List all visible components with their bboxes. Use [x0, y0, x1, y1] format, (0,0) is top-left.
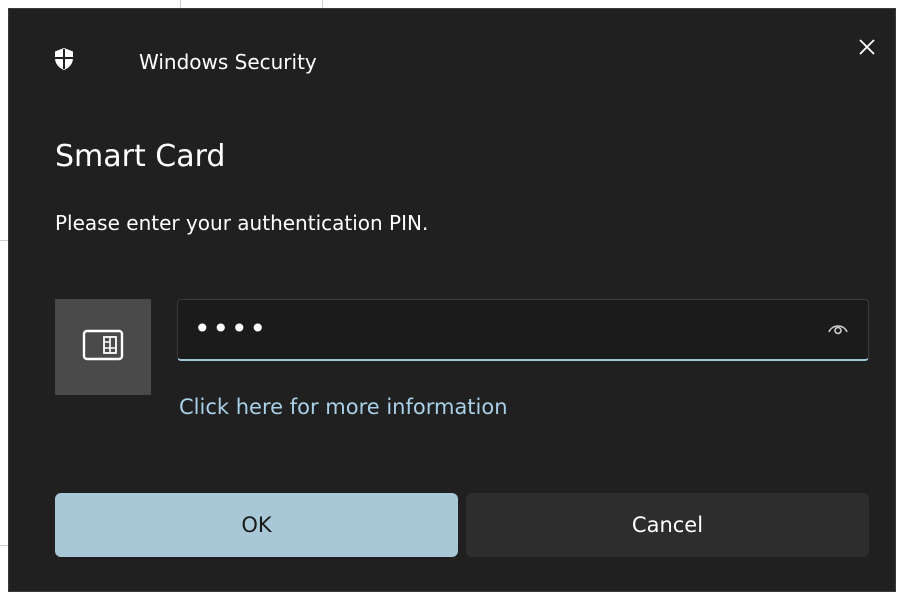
cancel-button[interactable]: Cancel [466, 493, 869, 557]
pin-input[interactable]: •••• [177, 299, 869, 361]
smart-card-tile [55, 299, 151, 395]
reveal-password-button[interactable] [824, 318, 852, 342]
pin-prompt: Please enter your authentication PIN. [55, 211, 429, 235]
backdrop-line [0, 240, 8, 241]
close-button[interactable] [849, 31, 885, 67]
backdrop-line [0, 545, 8, 546]
app-title: Windows Security [139, 50, 317, 74]
shield-icon [53, 47, 75, 71]
eye-icon [827, 320, 849, 340]
smart-card-dialog: Windows Security Smart Card Please enter… [8, 8, 896, 592]
pin-value: •••• [194, 312, 269, 345]
dialog-heading: Smart Card [55, 139, 226, 174]
smart-card-icon [82, 329, 124, 365]
close-icon [858, 38, 876, 60]
ok-button[interactable]: OK [55, 493, 458, 557]
title-bar: Windows Security [9, 9, 895, 109]
backdrop-line [322, 0, 323, 8]
more-information-link[interactable]: Click here for more information [179, 395, 508, 419]
backdrop-line [180, 0, 181, 8]
